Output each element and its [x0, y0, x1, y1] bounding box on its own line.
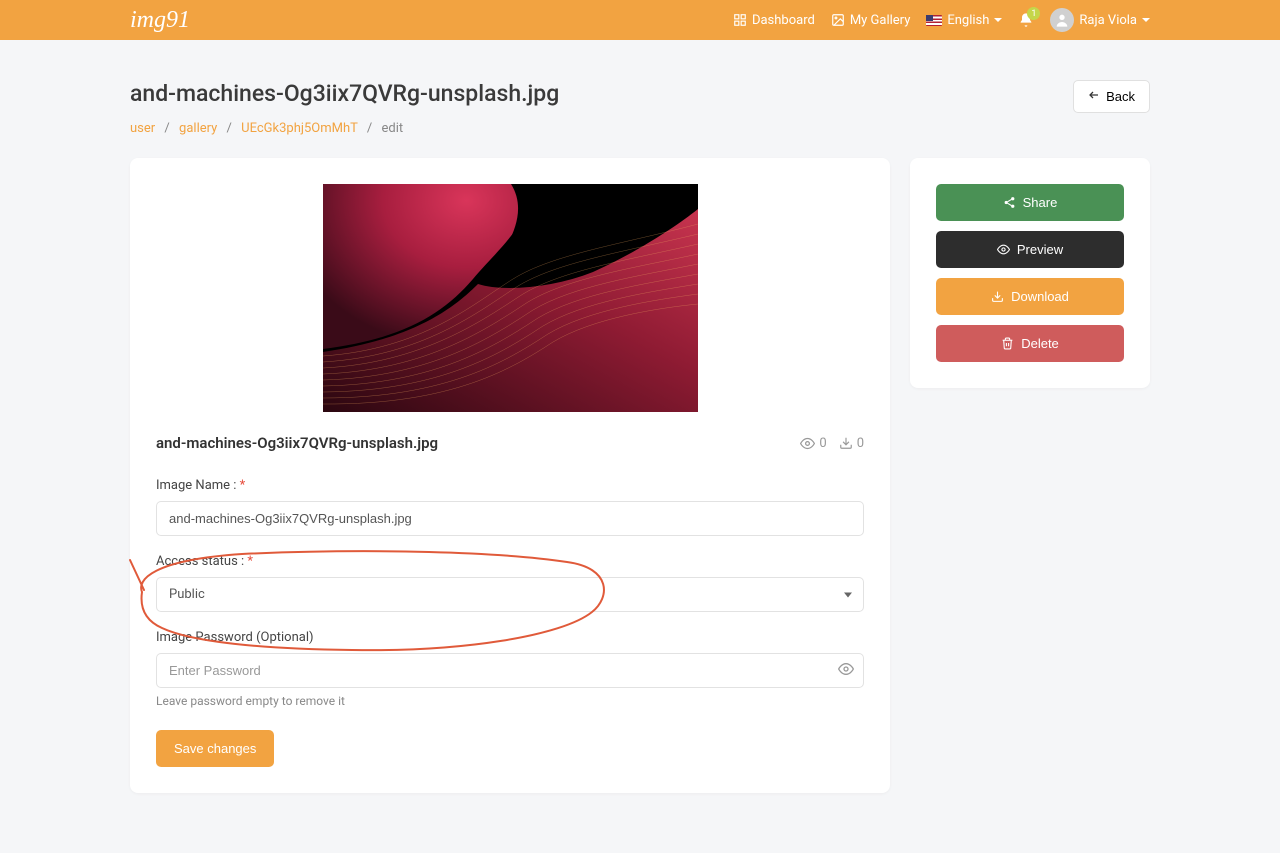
- language-selector[interactable]: English: [926, 13, 1002, 28]
- preview-label: Preview: [1017, 242, 1063, 257]
- preview-button[interactable]: Preview: [936, 231, 1124, 268]
- delete-label: Delete: [1021, 336, 1059, 351]
- image-name-input[interactable]: [156, 501, 864, 536]
- image-preview: [323, 184, 698, 412]
- page-title: and-machines-Og3iix7QVRg-unsplash.jpg: [130, 80, 559, 107]
- actions-card: Share Preview Download Delete: [910, 158, 1150, 388]
- breadcrumb-id[interactable]: UEcGk3phj5OmMhT: [241, 121, 358, 136]
- breadcrumb-separator: /: [367, 121, 372, 136]
- breadcrumb-user[interactable]: user: [130, 121, 155, 136]
- eye-icon: [838, 661, 854, 677]
- nav-dashboard[interactable]: Dashboard: [733, 13, 815, 28]
- share-icon: [1003, 196, 1016, 209]
- chevron-down-icon: [994, 18, 1002, 22]
- us-flag-icon: [926, 15, 942, 26]
- eye-icon: [997, 243, 1010, 256]
- password-input[interactable]: [156, 653, 864, 688]
- downloads-count: 0: [857, 436, 864, 451]
- image-title: and-machines-Og3iix7QVRg-unsplash.jpg: [156, 434, 438, 452]
- notifications-button[interactable]: 1: [1018, 12, 1034, 28]
- edit-card: and-machines-Og3iix7QVRg-unsplash.jpg 0 …: [130, 158, 890, 793]
- nav-dashboard-label: Dashboard: [752, 13, 815, 28]
- breadcrumb-separator: /: [164, 121, 169, 136]
- toggle-password-visibility[interactable]: [838, 661, 854, 681]
- logo[interactable]: img91: [130, 7, 190, 34]
- delete-button[interactable]: Delete: [936, 325, 1124, 362]
- username-label: Raja Viola: [1079, 13, 1137, 28]
- views-stat: 0: [800, 436, 826, 451]
- download-icon: [991, 290, 1004, 303]
- breadcrumb-gallery[interactable]: gallery: [179, 121, 217, 136]
- password-helper-text: Leave password empty to remove it: [156, 694, 864, 708]
- views-count: 0: [819, 436, 826, 451]
- share-button[interactable]: Share: [936, 184, 1124, 221]
- breadcrumb: user / gallery / UEcGk3phj5OmMhT / edit: [130, 121, 1150, 136]
- download-label: Download: [1011, 289, 1069, 304]
- access-status-label: Access status : *: [156, 554, 864, 569]
- chevron-down-icon: [1142, 18, 1150, 22]
- download-icon: [839, 436, 853, 450]
- back-label: Back: [1106, 89, 1135, 104]
- downloads-stat: 0: [839, 436, 864, 451]
- language-label: English: [947, 13, 989, 28]
- download-button[interactable]: Download: [936, 278, 1124, 315]
- breadcrumb-separator: /: [227, 121, 232, 136]
- arrow-left-icon: [1088, 89, 1100, 104]
- access-status-select[interactable]: Public: [156, 577, 864, 612]
- avatar: [1050, 8, 1074, 32]
- eye-icon: [800, 436, 815, 451]
- breadcrumb-current: edit: [381, 121, 403, 136]
- app-header: img91 Dashboard My Gallery English: [0, 0, 1280, 40]
- password-label: Image Password (Optional): [156, 630, 864, 645]
- user-menu[interactable]: Raja Viola: [1050, 8, 1150, 32]
- image-name-label: Image Name : *: [156, 478, 864, 493]
- nav-gallery[interactable]: My Gallery: [831, 13, 911, 28]
- nav-gallery-label: My Gallery: [850, 13, 911, 28]
- image-icon: [831, 13, 845, 27]
- back-button[interactable]: Back: [1073, 80, 1150, 113]
- trash-icon: [1001, 337, 1014, 350]
- notification-badge: 1: [1027, 7, 1040, 20]
- dashboard-icon: [733, 13, 747, 27]
- share-label: Share: [1023, 195, 1058, 210]
- save-button[interactable]: Save changes: [156, 730, 274, 767]
